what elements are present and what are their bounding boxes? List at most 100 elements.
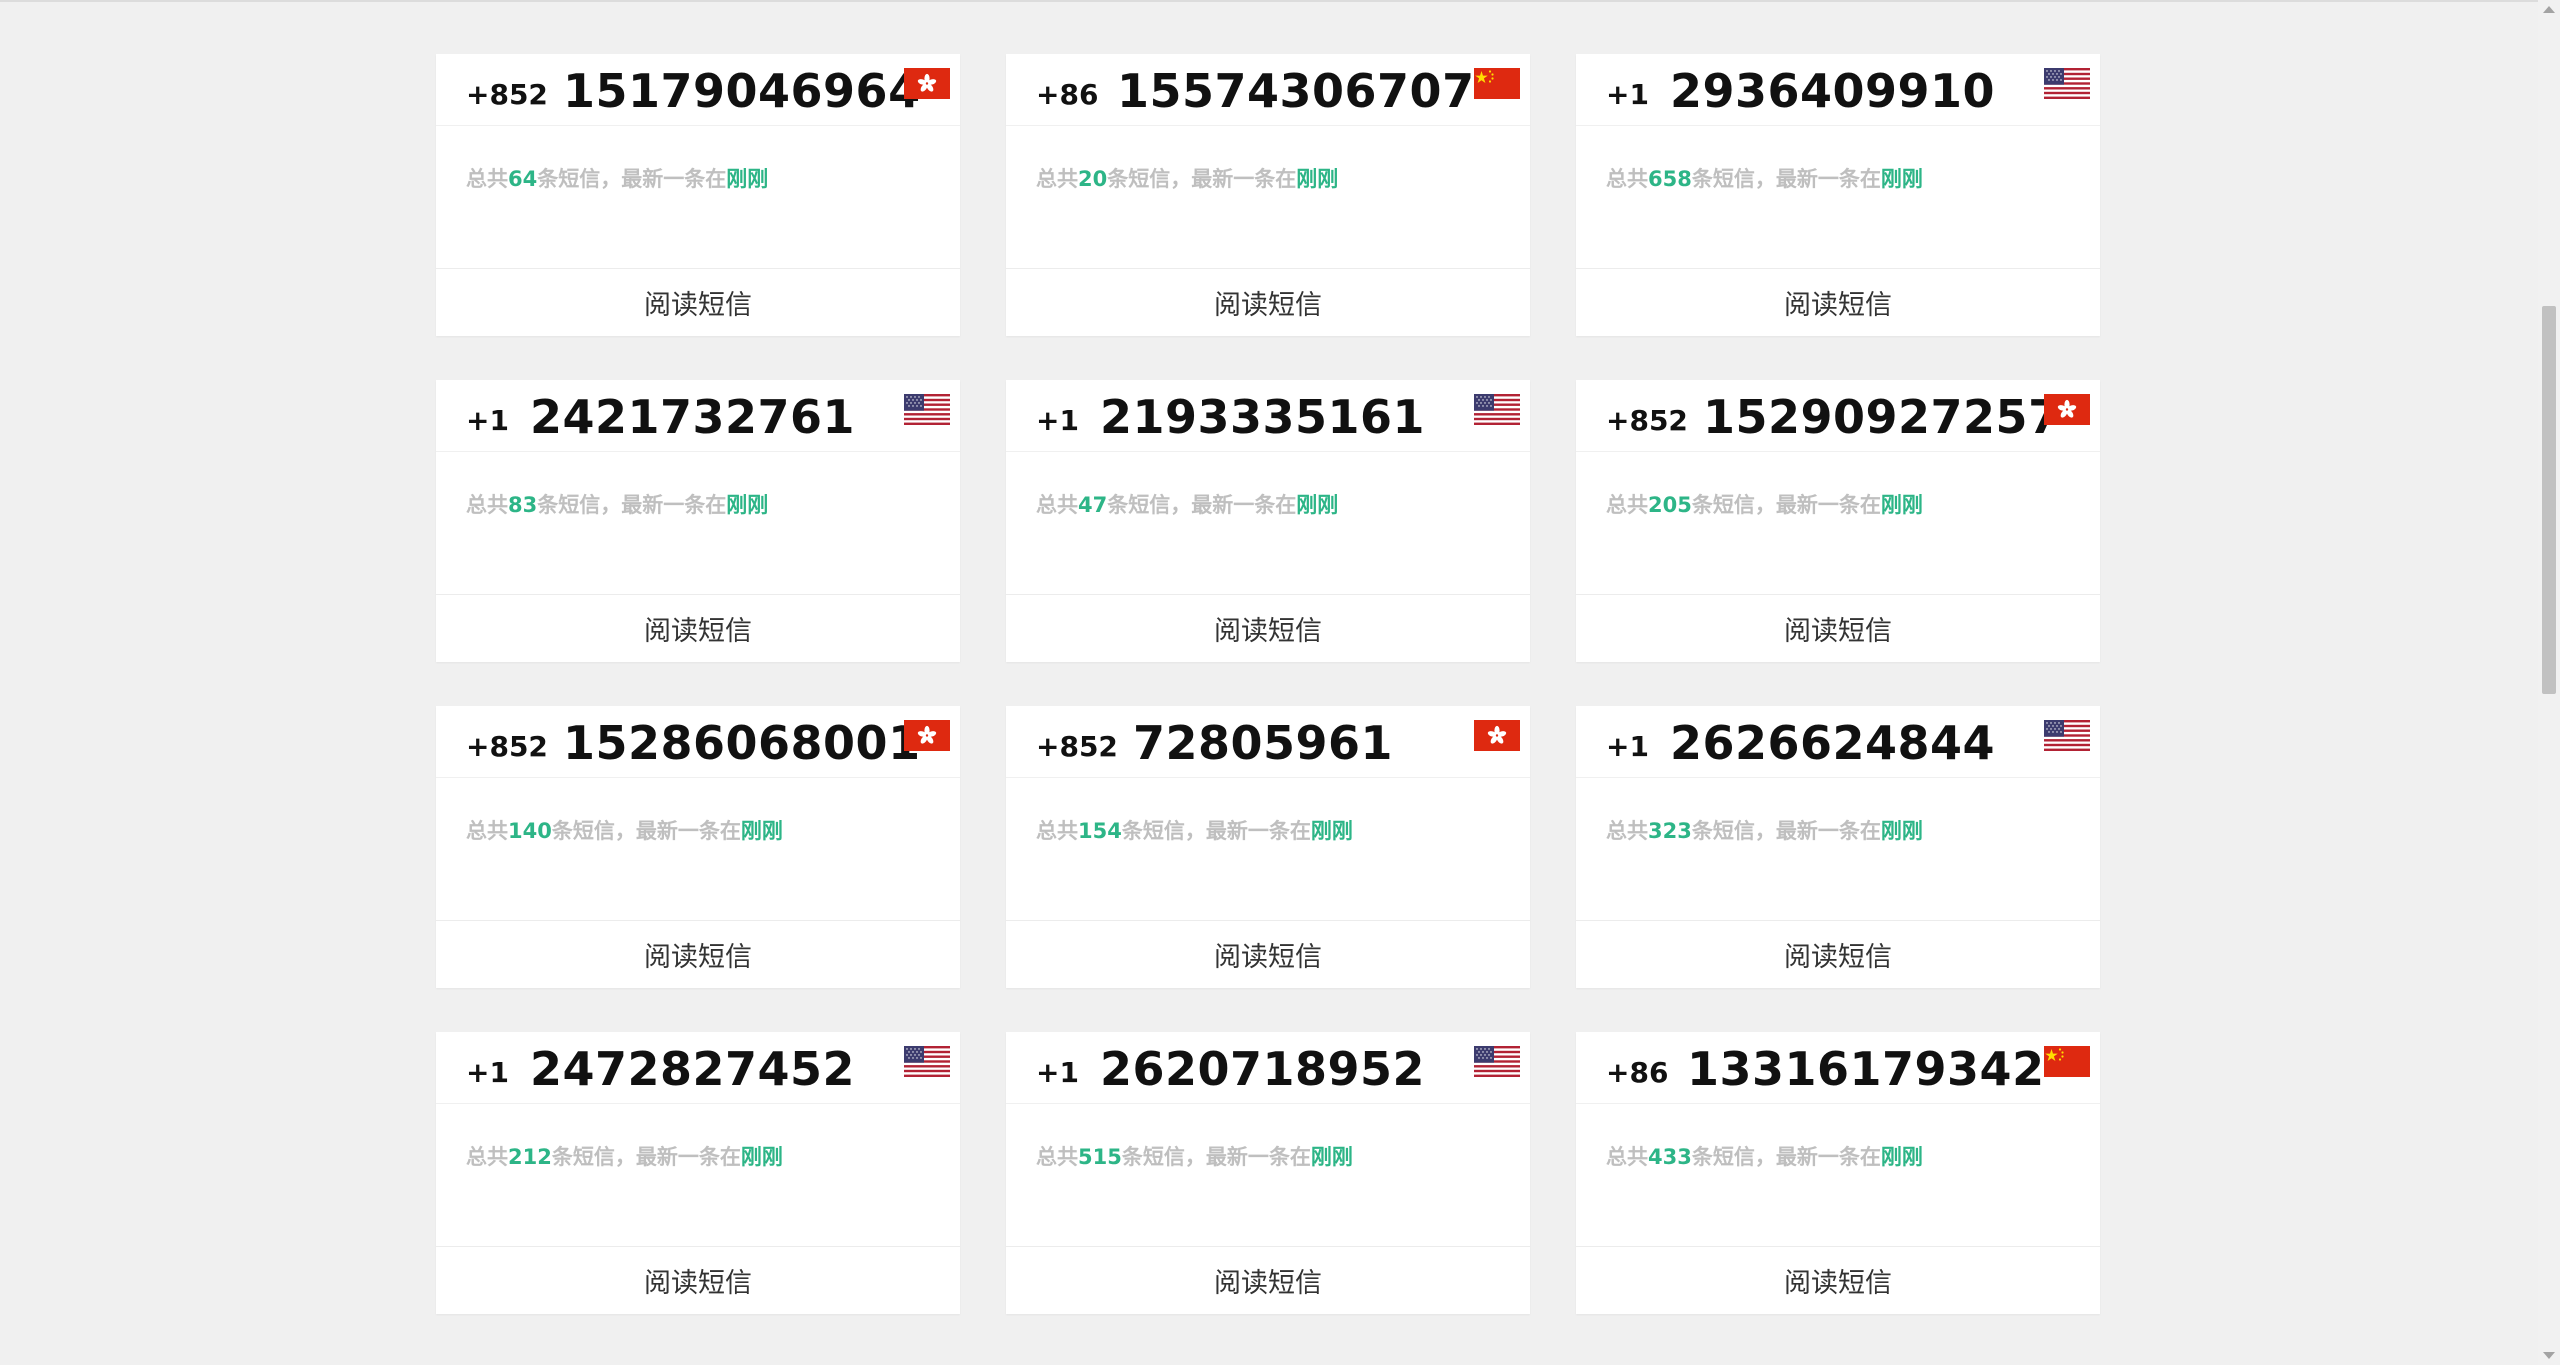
message-count: 323 (1648, 819, 1692, 843)
usa-flag-icon (2044, 720, 2090, 751)
phone-number: 2620718952 (1100, 1042, 1426, 1096)
message-summary: 总共47条短信，最新一条在刚刚 (1036, 493, 1339, 517)
phone-card: +1 2626624844 总共323条短信，最新一条在刚刚 阅读短信 (1576, 706, 2100, 988)
latest-time: 刚刚 (1880, 1145, 1923, 1169)
phone-card: +86 13316179342 总共433条短信，最新一条在刚刚 阅读短信 (1576, 1032, 2100, 1314)
hong-kong-flag-icon (1474, 720, 1520, 751)
message-summary: 总共205条短信，最新一条在刚刚 (1606, 493, 1923, 517)
country-code: +86 (1606, 1056, 1669, 1089)
country-code: +1 (466, 1056, 509, 1089)
read-sms-button[interactable]: 阅读短信 (1576, 594, 2100, 662)
phone-number: 2472827452 (530, 1042, 856, 1096)
card-header: +1 2626624844 (1576, 706, 2100, 778)
latest-time: 刚刚 (726, 167, 769, 191)
message-count: 154 (1078, 819, 1122, 843)
message-summary: 总共323条短信，最新一条在刚刚 (1606, 819, 1923, 843)
read-sms-button[interactable]: 阅读短信 (436, 594, 960, 662)
phone-card: +852 15290927257 总共205条短信，最新一条在刚刚 阅读短信 (1576, 380, 2100, 662)
read-sms-button[interactable]: 阅读短信 (436, 1246, 960, 1314)
china-flag-icon (1474, 68, 1520, 99)
message-summary: 总共515条短信，最新一条在刚刚 (1036, 1145, 1353, 1169)
usa-flag-icon (904, 1046, 950, 1077)
latest-time: 刚刚 (726, 493, 769, 517)
card-header: +852 72805961 (1006, 706, 1530, 778)
phone-number: 15574306707 (1117, 64, 1475, 118)
phone-card: +86 15574306707 总共20条短信，最新一条在刚刚 阅读短信 (1006, 54, 1530, 336)
phone-card: +1 2472827452 总共212条短信，最新一条在刚刚 阅读短信 (436, 1032, 960, 1314)
card-header: +852 15286068001 (436, 706, 960, 778)
latest-time: 刚刚 (1880, 819, 1923, 843)
phone-card: +852 72805961 总共154条短信，最新一条在刚刚 阅读短信 (1006, 706, 1530, 988)
message-count: 515 (1078, 1145, 1122, 1169)
country-code: +852 (1036, 730, 1118, 763)
message-summary: 总共658条短信，最新一条在刚刚 (1606, 167, 1923, 191)
message-summary: 总共212条短信，最新一条在刚刚 (466, 1145, 783, 1169)
card-header: +1 2193335161 (1006, 380, 1530, 452)
message-count: 140 (508, 819, 552, 843)
latest-time: 刚刚 (740, 1145, 783, 1169)
message-count: 433 (1648, 1145, 1692, 1169)
read-sms-button[interactable]: 阅读短信 (1006, 920, 1530, 988)
country-code: +1 (1606, 78, 1649, 111)
country-code: +1 (466, 404, 509, 437)
phone-number: 2626624844 (1670, 716, 1996, 770)
phone-number: 15290927257 (1703, 390, 2061, 444)
phone-card: +1 2421732761 总共83条短信，最新一条在刚刚 阅读短信 (436, 380, 960, 662)
usa-flag-icon (904, 394, 950, 425)
scroll-down-icon[interactable] (2543, 1352, 2555, 1359)
latest-time: 刚刚 (1880, 167, 1923, 191)
message-count: 205 (1648, 493, 1692, 517)
read-sms-button[interactable]: 阅读短信 (1576, 268, 2100, 336)
scrollbar-thumb[interactable] (2542, 306, 2556, 694)
message-summary: 总共64条短信，最新一条在刚刚 (466, 167, 769, 191)
phone-number: 72805961 (1133, 716, 1394, 770)
read-sms-button[interactable]: 阅读短信 (1006, 594, 1530, 662)
phone-card: +852 15286068001 总共140条短信，最新一条在刚刚 阅读短信 (436, 706, 960, 988)
phone-number: 13316179342 (1687, 1042, 2045, 1096)
usa-flag-icon (1474, 394, 1520, 425)
phone-card: +1 2620718952 总共515条短信，最新一条在刚刚 阅读短信 (1006, 1032, 1530, 1314)
message-summary: 总共154条短信，最新一条在刚刚 (1036, 819, 1353, 843)
message-summary: 总共140条短信，最新一条在刚刚 (466, 819, 783, 843)
country-code: +86 (1036, 78, 1099, 111)
latest-time: 刚刚 (1296, 493, 1339, 517)
vertical-scrollbar[interactable] (2538, 0, 2560, 1365)
scroll-up-icon[interactable] (2543, 6, 2555, 13)
read-sms-button[interactable]: 阅读短信 (1576, 920, 2100, 988)
china-flag-icon (2044, 1046, 2090, 1077)
message-summary: 总共433条短信，最新一条在刚刚 (1606, 1145, 1923, 1169)
country-code: +1 (1036, 1056, 1079, 1089)
read-sms-button[interactable]: 阅读短信 (1576, 1246, 2100, 1314)
card-header: +1 2421732761 (436, 380, 960, 452)
phone-number: 15286068001 (563, 716, 921, 770)
read-sms-button[interactable]: 阅读短信 (1006, 1246, 1530, 1314)
hong-kong-flag-icon (904, 720, 950, 751)
latest-time: 刚刚 (740, 819, 783, 843)
card-header: +1 2936409910 (1576, 54, 2100, 126)
card-header: +1 2472827452 (436, 1032, 960, 1104)
read-sms-button[interactable]: 阅读短信 (436, 268, 960, 336)
read-sms-button[interactable]: 阅读短信 (436, 920, 960, 988)
phone-number: 2193335161 (1100, 390, 1426, 444)
phone-number: 15179046964 (563, 64, 921, 118)
card-header: +852 15290927257 (1576, 380, 2100, 452)
hong-kong-flag-icon (904, 68, 950, 99)
phone-number: 2421732761 (530, 390, 856, 444)
message-count: 212 (508, 1145, 552, 1169)
country-code: +852 (1606, 404, 1688, 437)
phone-number-grid: +852 15179046964 总共64条短信，最新一条在刚刚 阅读短信 +8… (436, 54, 2100, 1314)
card-header: +852 15179046964 (436, 54, 960, 126)
hong-kong-flag-icon (2044, 394, 2090, 425)
phone-number: 2936409910 (1670, 64, 1996, 118)
latest-time: 刚刚 (1310, 1145, 1353, 1169)
latest-time: 刚刚 (1310, 819, 1353, 843)
usa-flag-icon (2044, 68, 2090, 99)
message-summary: 总共83条短信，最新一条在刚刚 (466, 493, 769, 517)
latest-time: 刚刚 (1296, 167, 1339, 191)
read-sms-button[interactable]: 阅读短信 (1006, 268, 1530, 336)
country-code: +1 (1036, 404, 1079, 437)
phone-card: +852 15179046964 总共64条短信，最新一条在刚刚 阅读短信 (436, 54, 960, 336)
card-header: +1 2620718952 (1006, 1032, 1530, 1104)
country-code: +852 (466, 78, 548, 111)
message-count: 47 (1078, 493, 1108, 517)
